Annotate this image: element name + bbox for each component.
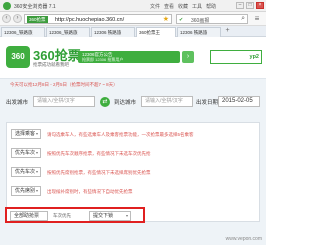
page-content: 360 360抢票 抢票成功就看我吧 12306官方公告 抢票即 12306 抢… bbox=[0, 37, 266, 245]
window-controls: – □ × bbox=[236, 2, 264, 9]
window-title: 360安全浏览器 7.1 bbox=[14, 4, 56, 10]
submit-label: 提交下锁 bbox=[93, 213, 114, 219]
site-header: 360 360抢票 抢票成功就看我吧 12306官方公告 抢票即 12306 抢… bbox=[0, 37, 266, 79]
forward-icon[interactable]: › bbox=[13, 14, 22, 23]
notice-banner[interactable]: 12306官方公告 抢票即 12306 抢票用户 bbox=[78, 51, 180, 63]
swap-icon[interactable]: ⇄ bbox=[100, 97, 110, 107]
close-button[interactable]: × bbox=[256, 2, 264, 9]
select-passenger-label: 选择乘客 bbox=[15, 131, 36, 137]
menu-item-favorites[interactable]: 收藏 bbox=[178, 3, 188, 10]
hint-strip: 今天可以抢12月8日 - 2月5日（抢票时间不超7 ~ 8天） bbox=[0, 80, 266, 90]
tab-12306-1[interactable]: 12306_铁路旅 bbox=[1, 27, 45, 37]
maximize-button[interactable]: □ bbox=[246, 2, 254, 9]
priority-train-button[interactable]: 优先车次 ▾ bbox=[11, 148, 41, 158]
priority-train-2-label: 优先车次 bbox=[15, 169, 36, 175]
tab-360-qiangpiao[interactable]: 360抢票王 bbox=[136, 27, 176, 37]
chevron-down-icon: ▾ bbox=[125, 213, 128, 218]
header-promo[interactable]: yp2 bbox=[210, 50, 262, 64]
browser-menu: 文件 查看 收藏 工具 帮助 bbox=[150, 3, 216, 10]
search-form: 出发城市 请输入/全拼/汉字 ⇄ 到达城市 请输入/全拼/汉字 出发日期 201… bbox=[6, 95, 260, 111]
priority-train-desc: 按照优先车次顺序抢票，有些情况下未选车次优先抢 bbox=[47, 151, 151, 156]
chevron-down-icon: ▾ bbox=[35, 169, 38, 174]
chevron-right-icon[interactable]: › bbox=[182, 51, 194, 63]
menu-item-view[interactable]: 查看 bbox=[164, 3, 174, 10]
search-text: 360画报 bbox=[191, 18, 210, 24]
priority-train-2-button[interactable]: 优先车次 ▾ bbox=[11, 167, 41, 177]
search-icon[interactable]: ⌕ bbox=[241, 15, 245, 23]
logo-subtitle: 抢票成功就看我吧 bbox=[33, 62, 69, 67]
train-priority-text: 车次优先 bbox=[53, 213, 71, 218]
priority-seat-desc: 出现候补席别时，有些情况下自动优先抢票 bbox=[47, 189, 133, 194]
submit-dropdown-button[interactable]: 提交下锁 ▾ bbox=[89, 211, 131, 221]
priority-seat-label: 优先席别 bbox=[15, 188, 36, 194]
star-icon[interactable]: ★ bbox=[163, 15, 169, 23]
url-input[interactable]: 360抢票 http://pc.huochepiao.360.cn/ ★ bbox=[24, 14, 172, 24]
browser-logo-icon bbox=[3, 2, 11, 10]
chevron-down-icon: ▾ bbox=[35, 188, 38, 193]
search-engine-icon[interactable]: ✔ bbox=[179, 17, 183, 23]
tab-12306-3[interactable]: 12306 铁路旅 bbox=[91, 27, 135, 37]
tab-strip: 12306_铁路旅 12306_铁路旅 12306 铁路旅 360抢票王 123… bbox=[0, 26, 266, 37]
menu-item-file[interactable]: 文件 bbox=[150, 3, 160, 10]
full-grab-button[interactable]: 全部助抢票 bbox=[10, 211, 48, 221]
chevron-down-icon: ▾ bbox=[35, 150, 38, 155]
date-label: 出发日期 bbox=[196, 100, 219, 106]
from-city-label: 出发城市 bbox=[6, 100, 29, 106]
minimize-button[interactable]: – bbox=[236, 2, 244, 9]
search-input[interactable]: ✔ 360画报 ⌕ bbox=[176, 14, 248, 24]
menu-item-tools[interactable]: 工具 bbox=[192, 3, 202, 10]
new-tab-icon[interactable]: + bbox=[223, 27, 232, 36]
tab-12306-2[interactable]: 12306_铁路旅 bbox=[46, 27, 90, 37]
date-input[interactable]: 2015-02-05 bbox=[218, 96, 260, 107]
window-titlebar: 360安全浏览器 7.1 文件 查看 收藏 工具 帮助 – □ × bbox=[0, 0, 266, 12]
notice-body: 抢票即 12306 抢票用户 bbox=[82, 57, 124, 62]
address-bar: ‹ › 360抢票 http://pc.huochepiao.360.cn/ ★… bbox=[0, 12, 266, 26]
back-icon[interactable]: ‹ bbox=[2, 14, 11, 23]
site-tag: 360抢票 bbox=[27, 16, 48, 23]
priority-train-label: 优先车次 bbox=[15, 150, 36, 156]
select-passenger-button[interactable]: 选择乘客 ▾ bbox=[11, 129, 41, 139]
tab-12306-4[interactable]: 12306 铁路旅 bbox=[177, 27, 221, 37]
watermark-text: www.vepon.com bbox=[225, 236, 262, 242]
priority-seat-button[interactable]: 优先席别 ▾ bbox=[11, 186, 41, 196]
url-text: http://pc.huochepiao.360.cn/ bbox=[55, 17, 125, 23]
from-city-input[interactable]: 请输入/全拼/汉字 bbox=[33, 96, 95, 107]
to-city-input[interactable]: 请输入/全拼/汉字 bbox=[141, 96, 193, 107]
to-city-label: 到达城市 bbox=[114, 100, 137, 106]
chevron-down-icon: ▾ bbox=[35, 131, 38, 136]
date-range-hint: 今天可以抢12月8日 - 2月5日（抢票时间不超7 ~ 8天） bbox=[10, 82, 118, 87]
highlighted-actions: 全部助抢票 车次优先 提交下锁 ▾ bbox=[5, 207, 145, 223]
logo-icon: 360 bbox=[6, 46, 30, 68]
passenger-desc: 请勾选乘车人，有些选乘车人及乘客抢票功能，一次抢票最多选择5名乘客 bbox=[47, 132, 194, 137]
priority-train-2-desc: 按照优先席别抢票，有些情况下未选择席别优先抢票 bbox=[47, 170, 151, 175]
menu-icon[interactable]: ≡ bbox=[251, 14, 263, 24]
menu-item-help[interactable]: 帮助 bbox=[206, 3, 216, 10]
